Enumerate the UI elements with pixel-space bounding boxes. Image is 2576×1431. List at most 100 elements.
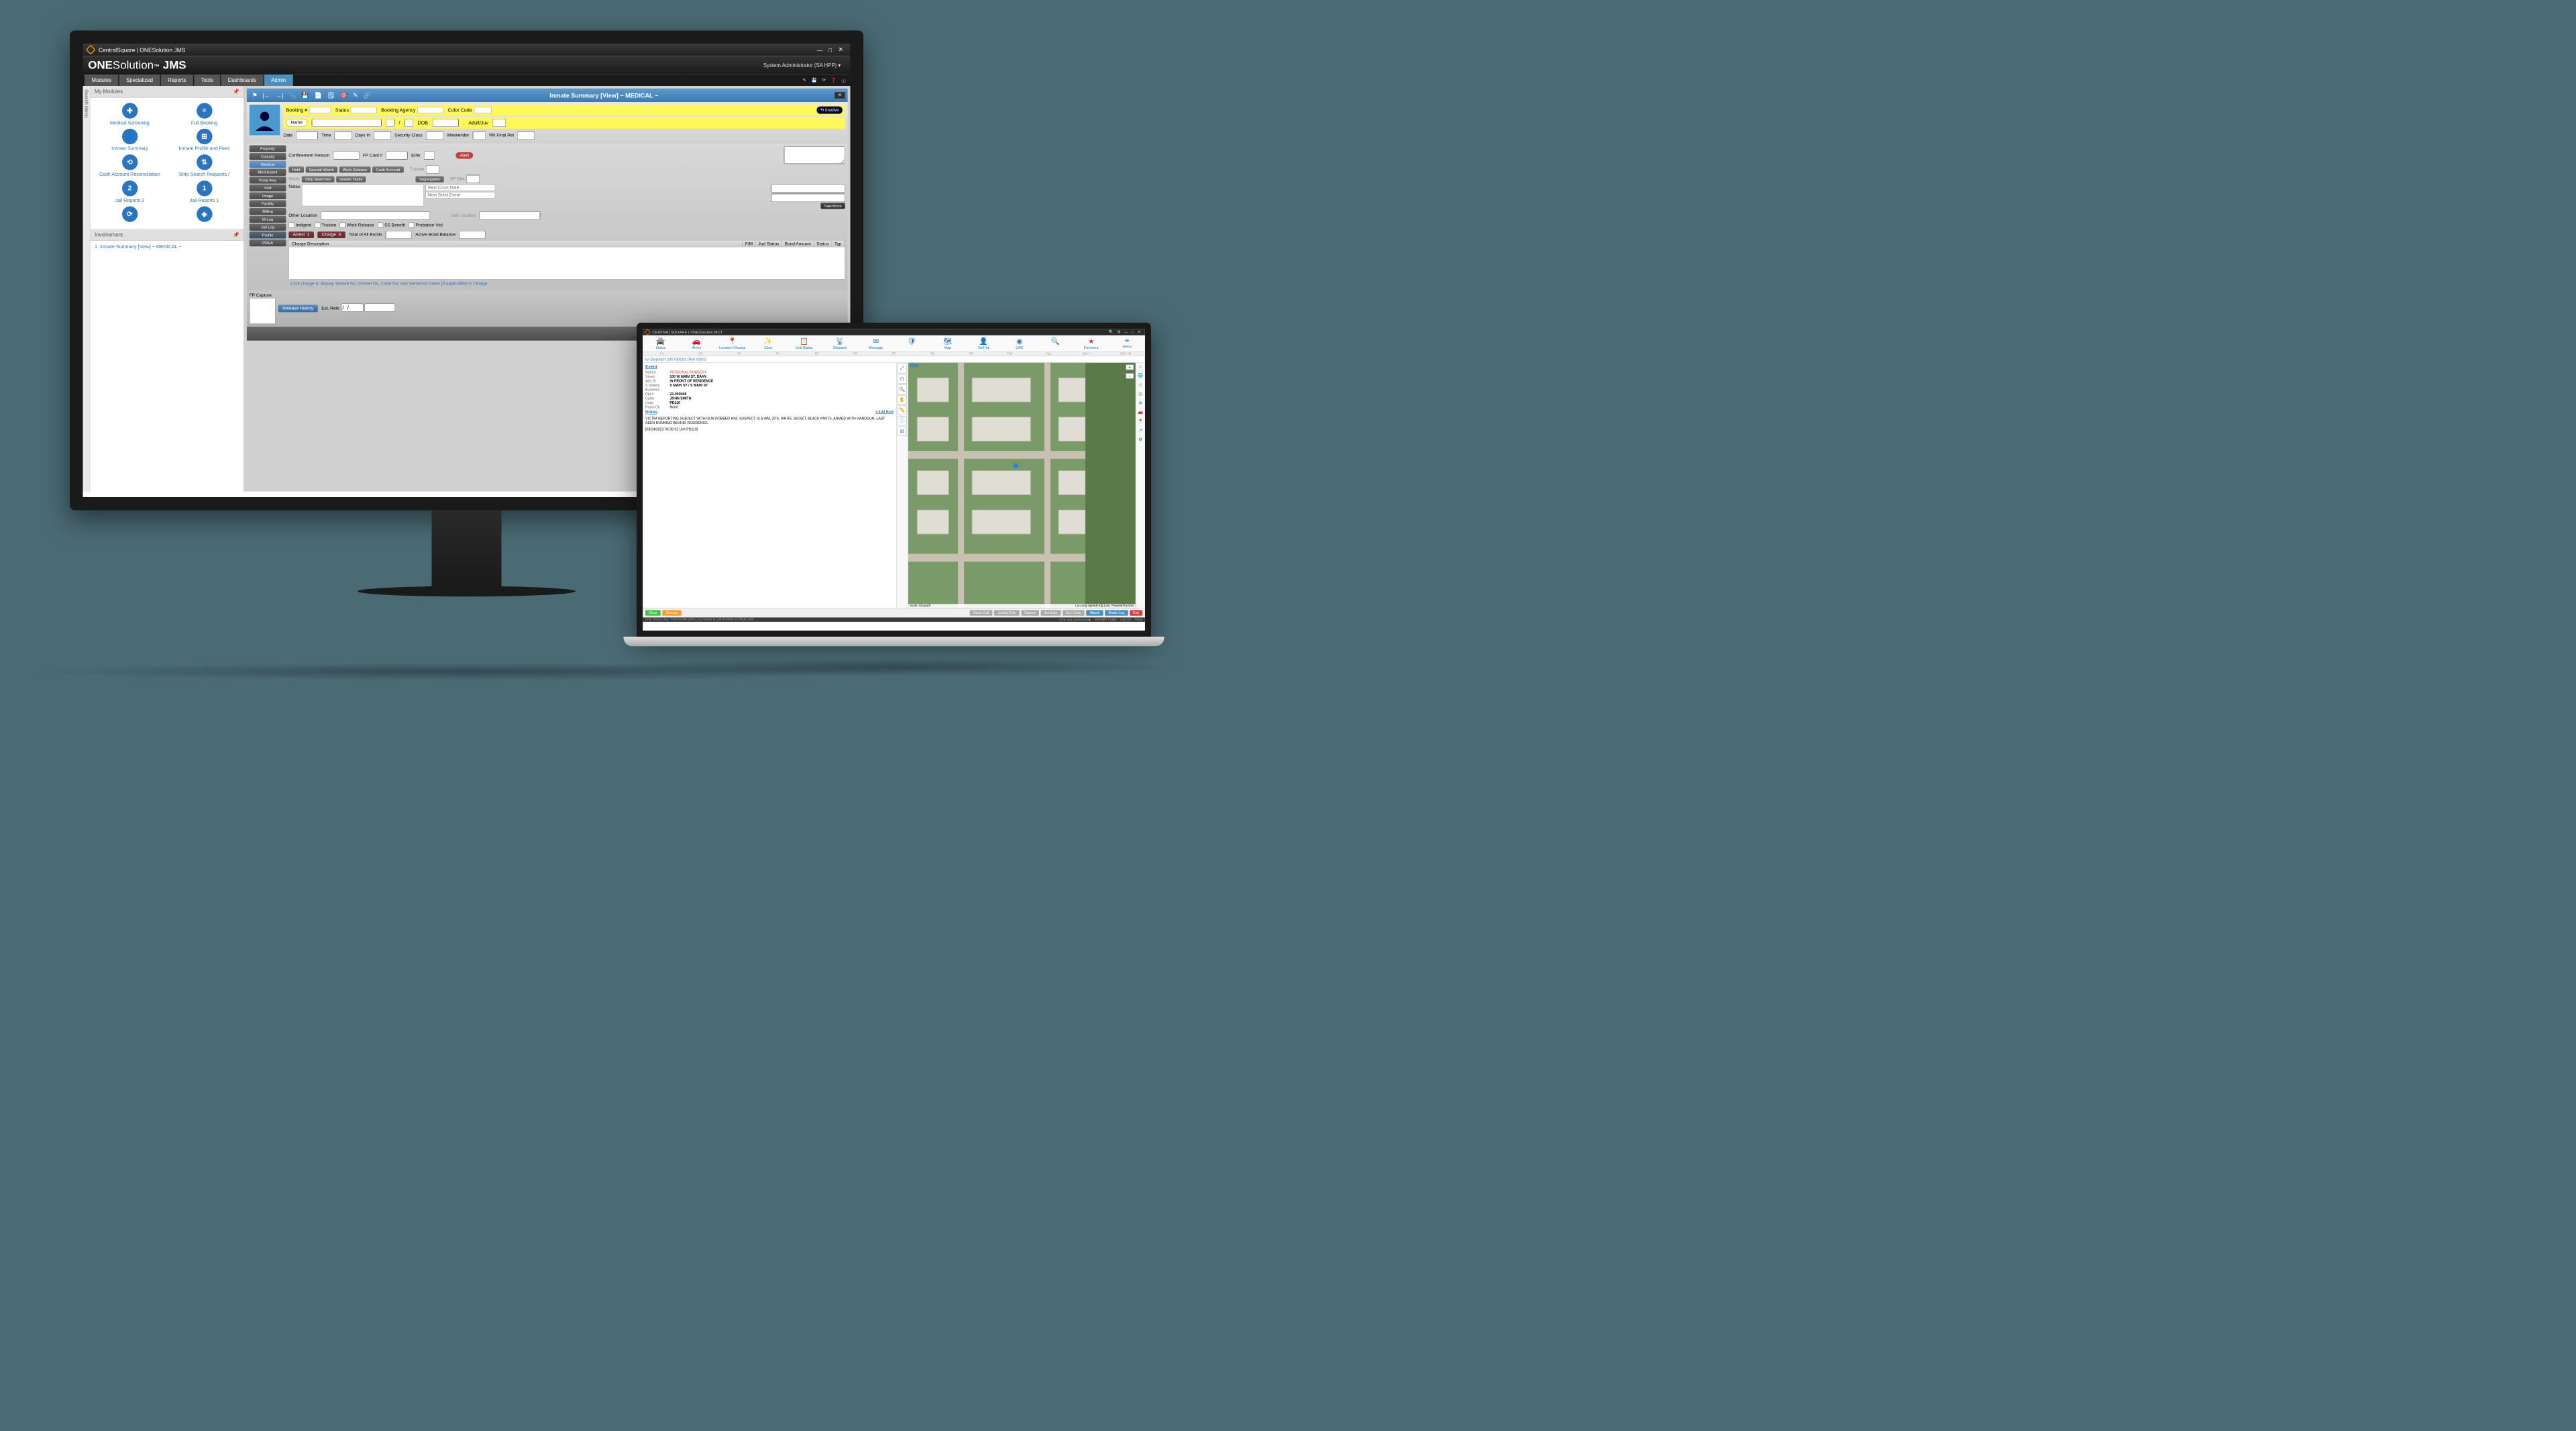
sanctions-text[interactable] xyxy=(771,184,845,193)
refresh-icon[interactable]: ⟳ xyxy=(819,76,828,84)
probation-viol-checkbox[interactable]: Probation Viol xyxy=(409,223,443,228)
menu-specialized[interactable]: Specialized xyxy=(119,74,160,86)
module-jail-reports-2[interactable]: 2Jail Reports 2 xyxy=(95,180,165,204)
edit-icon[interactable]: ✎ xyxy=(800,76,808,84)
link-icon[interactable]: 🔗 xyxy=(361,90,374,101)
settings-icon[interactable]: ⚙ xyxy=(1116,329,1122,334)
involvement-header[interactable]: Involvement📌 xyxy=(91,229,244,241)
alert-icon[interactable]: ⚠ xyxy=(1136,382,1144,390)
vehicles-button[interactable]: Vehicles xyxy=(1041,610,1061,615)
module-inmate-profile-and-fees[interactable]: ⊞Inmate Profile and Fees xyxy=(169,129,239,152)
trustee-input[interactable] xyxy=(426,165,439,173)
module-inmate-summary[interactable]: 👤Inmate Summary xyxy=(95,129,165,152)
print-icon[interactable]: 🎯 xyxy=(337,90,350,101)
tool-icon[interactable]: ⚙ xyxy=(1136,437,1144,445)
incident-marker-icon[interactable]: ◉ xyxy=(1013,461,1019,470)
module-jail-reports-1[interactable]: 1Jail Reports 1 xyxy=(169,180,239,204)
involvement-item[interactable]: 1. Inmate Summary [View] ~ MEDICAL ~ xyxy=(95,244,239,250)
tool-status[interactable]: 🚔Status xyxy=(643,336,678,350)
tool-unit-status[interactable]: 📋Unit Status xyxy=(786,336,822,350)
home-icon[interactable]: ⌂ xyxy=(1136,364,1144,372)
zoom-extent-icon[interactable]: ⊡ xyxy=(898,374,907,384)
next-court-date[interactable]: Next Court Date xyxy=(425,184,495,191)
sanctions-text[interactable] xyxy=(771,194,845,202)
sanctions-button[interactable]: Sanctions xyxy=(821,203,845,209)
arrest-button[interactable]: Arrest 1 xyxy=(288,231,314,238)
name-input[interactable] xyxy=(312,119,382,127)
charge-table[interactable]: Charge Description F/M Jud Status Bond A… xyxy=(288,240,845,280)
alert-badge[interactable]: Alert xyxy=(455,152,473,159)
ruler-icon[interactable]: 📏 xyxy=(898,406,907,415)
tool-item[interactable]: 🛡 xyxy=(894,336,929,350)
est-rels-input[interactable] xyxy=(364,303,395,311)
maximize-button[interactable]: □ xyxy=(825,46,836,53)
linked-evts-button[interactable]: Linked Evts xyxy=(994,610,1019,615)
pin-icon[interactable]: 📍 xyxy=(1136,419,1144,427)
pin-icon[interactable]: 📌 xyxy=(233,89,239,95)
route-icon[interactable]: ↗ xyxy=(1136,428,1144,436)
module-item[interactable]: ⟳ xyxy=(95,206,165,223)
inmate-tasks-button[interactable]: Inmate Tasks xyxy=(336,176,366,182)
search-icon[interactable]: 🔍 xyxy=(1107,329,1115,334)
module-medical-screening[interactable]: ✚Medical Screening xyxy=(95,103,165,126)
tool-dispatch[interactable]: 📡Dispatch xyxy=(822,336,858,350)
active-bond-input[interactable] xyxy=(459,231,485,239)
booking-number-input[interactable] xyxy=(309,107,331,113)
save-icon[interactable]: 💾 xyxy=(299,90,311,101)
radio-log-button[interactable]: Radio Log xyxy=(1105,610,1128,615)
indigent-checkbox[interactable]: Indigent xyxy=(288,223,311,228)
segregation-button[interactable]: Segregation xyxy=(416,176,444,182)
car-icon[interactable]: 🚗 xyxy=(1136,410,1144,418)
name-part-input[interactable] xyxy=(386,119,394,127)
charge-button[interactable]: Charge 3 xyxy=(317,231,345,238)
security-class-input[interactable] xyxy=(426,131,443,140)
edit-icon[interactable]: ✎ xyxy=(350,90,360,101)
weekender-input[interactable] xyxy=(472,131,486,140)
side-tab-classify[interactable]: Classify xyxy=(250,153,286,160)
side-tab-property[interactable]: Property xyxy=(250,145,286,152)
dispatch-header[interactable]: tyl Dispatch 230730001 (Ref #293) xyxy=(643,356,1145,363)
ss-benefit-checkbox[interactable]: SS Benefit xyxy=(378,223,405,228)
stack-call-button[interactable]: Stack Call xyxy=(970,610,993,615)
tool-item[interactable]: 🔍 xyxy=(1037,336,1073,350)
target-icon[interactable]: ◎ xyxy=(1136,392,1144,400)
adult-juv-input[interactable] xyxy=(492,119,506,127)
notes-textarea[interactable] xyxy=(302,184,424,207)
nav-prev-icon[interactable]: |← xyxy=(260,90,273,101)
ent-units-button[interactable]: Ent. Units xyxy=(1063,610,1085,615)
save-icon[interactable]: 💾 xyxy=(809,76,820,84)
cell-location-input[interactable] xyxy=(480,211,541,219)
side-tab-medical[interactable]: Medical xyxy=(250,161,286,168)
tool-favorites[interactable]: ★Favorites xyxy=(1073,336,1109,350)
total-bonds-input[interactable] xyxy=(386,231,412,239)
dob-input[interactable] xyxy=(433,119,459,127)
note-icon[interactable]: 🗒 xyxy=(325,90,337,101)
wk-final-rel-input[interactable] xyxy=(517,131,535,140)
menu-admin[interactable]: Admin xyxy=(264,74,293,86)
tool-message[interactable]: ✉Message xyxy=(858,336,894,350)
side-tab-image[interactable]: Image xyxy=(250,193,286,199)
logout-button[interactable]: Log Out xyxy=(1120,618,1131,621)
menu-tools[interactable]: Tools xyxy=(194,74,220,86)
menu-modules[interactable]: Modules xyxy=(85,74,118,86)
close-button[interactable]: ✕ xyxy=(835,46,846,53)
color-code-input[interactable] xyxy=(474,107,491,113)
confinement-reason-input[interactable] xyxy=(333,151,360,159)
work-release-checkbox[interactable]: Work Release xyxy=(339,223,374,228)
pin-icon[interactable]: 📌 xyxy=(233,231,239,237)
close-button[interactable]: ✕ xyxy=(1136,329,1142,334)
side-tab-facility[interactable]: Facility xyxy=(250,200,286,207)
expand-map-icon[interactable]: ⤢ xyxy=(898,364,907,373)
map-canvas[interactable]: Map xyxy=(908,363,1136,608)
globe-icon[interactable]: 🌐 xyxy=(1136,373,1144,381)
menu-dashboards[interactable]: Dashboards xyxy=(221,74,263,86)
side-tab-profile[interactable]: Profile xyxy=(250,231,286,238)
form-close-button[interactable]: ✕ xyxy=(835,92,845,99)
module-cash-account-reconciliation[interactable]: ⟲Cash Account Reconciliation xyxy=(95,154,165,178)
tool-clear[interactable]: ✨Clear xyxy=(751,336,786,350)
side-tab-keep-awy[interactable]: Keep Awy xyxy=(250,176,286,183)
names-button[interactable]: Names xyxy=(1021,610,1039,615)
zoom-out-button[interactable]: − xyxy=(1126,373,1134,378)
identify-icon[interactable]: ⓘ xyxy=(898,416,907,425)
pan-icon[interactable]: ✋ xyxy=(898,395,907,405)
